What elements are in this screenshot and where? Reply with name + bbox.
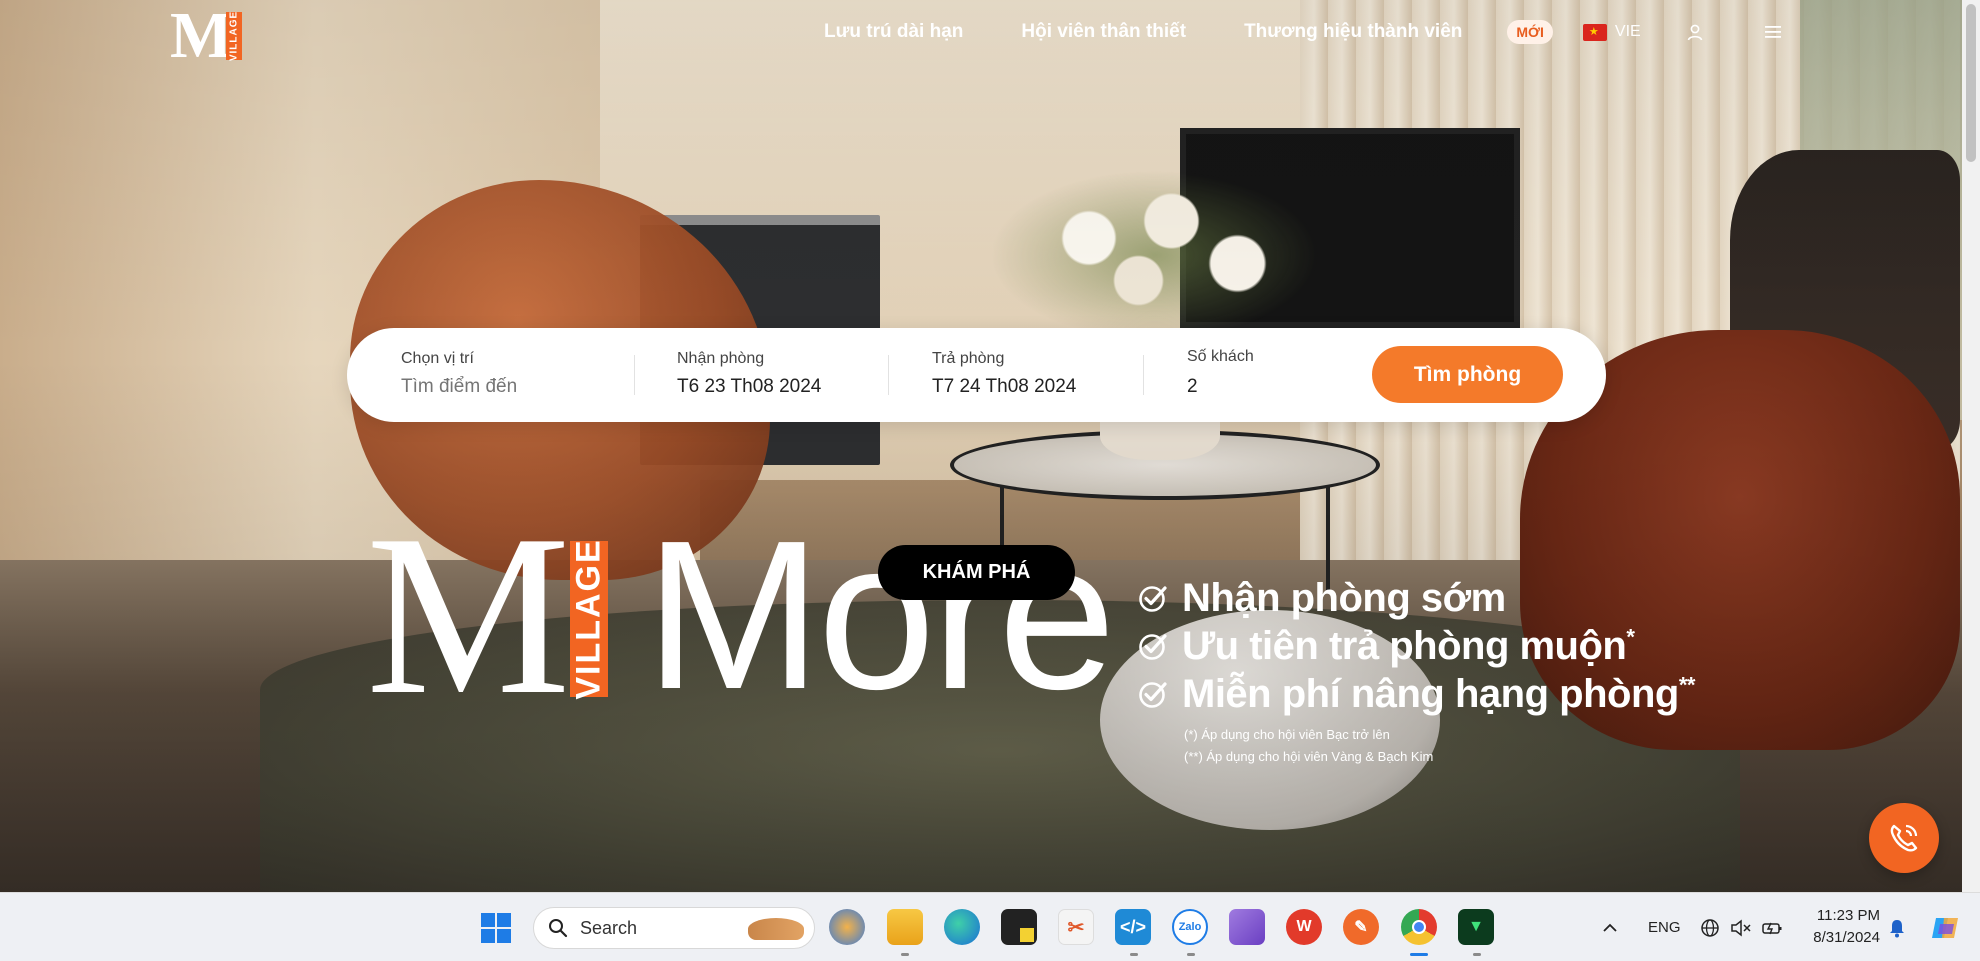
benefit-mark: ** — [1678, 672, 1696, 698]
copilot-icon[interactable] — [1930, 893, 1962, 961]
phone-call-icon[interactable] — [1869, 803, 1939, 873]
benefit-item: Ưu tiên trả phòng muộn* — [1138, 622, 1695, 670]
benefits-list: Nhận phòng sớm Ưu tiên trả phòng muộn* M… — [1138, 574, 1695, 718]
location-label: Chọn vị trí — [401, 350, 474, 367]
checkin-value[interactable]: T6 23 Th08 2024 — [677, 376, 821, 398]
benefit-label: Ưu tiên trả phòng muộn — [1182, 623, 1627, 668]
vscode-icon[interactable]: </> — [1115, 909, 1151, 945]
vietnam-flag-icon — [1582, 23, 1607, 41]
checkin-field[interactable]: Nhận phòng T6 23 Th08 2024 — [677, 328, 897, 422]
folder-icon[interactable] — [887, 909, 923, 945]
guests-field[interactable]: Số khách 2 — [1187, 328, 1337, 422]
terminal-icon[interactable]: ▼ — [1458, 909, 1494, 945]
taskbar-search-label: Search — [580, 917, 638, 938]
app-running-indicator — [1130, 953, 1138, 956]
benefit-label: Nhận phòng sớm — [1182, 575, 1506, 620]
clock-time: 11:23 PM — [1816, 907, 1880, 924]
note-gold-platinum: (**) Áp dụng cho hội viên Vàng & Bạch Ki… — [1184, 749, 1434, 764]
snipping-tool-icon[interactable]: ✂ — [1058, 909, 1094, 945]
sticky-notes-icon[interactable] — [1001, 909, 1037, 945]
globe-icon[interactable] — [1700, 893, 1720, 961]
benefit-notes: (*) Áp dụng cho hội viên Bạc trở lên (**… — [1184, 724, 1433, 768]
location-field[interactable]: Chọn vị trí — [401, 328, 621, 422]
promo-village-tag: VILLAGE — [569, 538, 608, 700]
tray-overflow-icon[interactable] — [1602, 893, 1618, 961]
notification-bell-icon[interactable] — [1888, 893, 1906, 961]
benefit-mark: * — [1626, 624, 1635, 650]
guests-label: Số khách — [1187, 348, 1254, 365]
logo-village-tag: VILLAGE — [226, 10, 243, 62]
battery-icon[interactable] — [1762, 893, 1784, 961]
checkout-label: Trả phòng — [932, 350, 1005, 367]
search-icon — [549, 919, 568, 938]
hero-overlay — [0, 0, 1962, 892]
pen-app-icon[interactable]: ✎ — [1343, 909, 1379, 945]
clock-date: 8/31/2024 — [1813, 929, 1880, 946]
nav-loyalty[interactable]: Hội viên thân thiết — [1021, 21, 1186, 43]
benefit-text: Miễn phí nâng hạng phòng** — [1182, 672, 1695, 717]
main-nav: Lưu trú dài hạn Hội viên thân thiết Thươ… — [824, 20, 1785, 44]
input-language[interactable]: ENG — [1648, 893, 1681, 961]
taskbar-search[interactable]: Search — [533, 907, 815, 949]
search-highlight-icon — [748, 918, 804, 940]
check-circle-icon — [1139, 586, 1167, 612]
app-running-indicator — [901, 953, 909, 956]
check-circle-icon — [1139, 682, 1167, 708]
field-divider — [1143, 355, 1144, 395]
benefit-item: Nhận phòng sớm — [1138, 574, 1695, 622]
page-scrollbar[interactable] — [1962, 0, 1980, 892]
benefit-text: Ưu tiên trả phòng muộn* — [1182, 623, 1635, 669]
explore-button[interactable]: KHÁM PHÁ — [878, 545, 1075, 600]
benefit-item: Miễn phí nâng hạng phòng** — [1138, 670, 1695, 718]
scrollbar-thumb[interactable] — [1966, 4, 1976, 162]
checkout-field[interactable]: Trả phòng T7 24 Th08 2024 — [932, 328, 1152, 422]
note-silver: (*) Áp dụng cho hội viên Bạc trở lên — [1184, 727, 1390, 742]
checkin-label: Nhận phòng — [677, 350, 765, 367]
new-badge: MỚI — [1507, 20, 1553, 44]
language-switcher[interactable]: VIE — [1582, 23, 1641, 41]
wps-office-icon[interactable]: W — [1286, 909, 1322, 945]
benefit-label: Miễn phí nâng hạng phòng — [1182, 671, 1679, 716]
checkout-value[interactable]: T7 24 Th08 2024 — [932, 376, 1076, 398]
windows-start-icon[interactable] — [481, 913, 511, 943]
app-running-indicator — [1187, 953, 1195, 956]
windows-taskbar: Search ✂ </> Zalo W ✎ ▼ ENG 11:23 PM 8/3… — [0, 892, 1980, 961]
nav-long-stay[interactable]: Lưu trú dài hạn — [824, 21, 963, 43]
nav-member-brands[interactable]: Thương hiệu thành viên — [1244, 21, 1462, 43]
visual-studio-icon[interactable] — [1229, 909, 1265, 945]
language-code: VIE — [1614, 23, 1641, 40]
volume-muted-icon[interactable] — [1730, 893, 1752, 961]
promo-village-text: VILLAGE — [569, 538, 608, 700]
app-running-indicator — [1473, 953, 1481, 956]
location-input[interactable] — [401, 376, 621, 398]
edge-icon[interactable] — [944, 909, 980, 945]
logo-letter: M — [170, 0, 232, 72]
hero-background — [0, 0, 1962, 892]
zalo-label: Zalo — [1178, 921, 1202, 933]
app-active-indicator — [1410, 953, 1428, 956]
field-divider — [888, 355, 889, 395]
logo-village-text: VILLAGE — [228, 10, 240, 62]
promo-m-letter: M — [366, 487, 570, 742]
benefit-text: Nhận phòng sớm — [1182, 576, 1506, 621]
brand-logo[interactable]: M VILLAGE — [170, 0, 243, 72]
file-explorer-icon[interactable] — [829, 909, 865, 945]
user-icon[interactable] — [1683, 20, 1707, 44]
chrome-icon[interactable] — [1401, 909, 1437, 945]
guests-value[interactable]: 2 — [1187, 376, 1198, 398]
search-rooms-button[interactable]: Tìm phòng — [1372, 346, 1563, 403]
zalo-icon[interactable]: Zalo — [1172, 909, 1208, 945]
field-divider — [634, 355, 635, 395]
hamburger-menu-icon[interactable] — [1761, 20, 1785, 44]
taskbar-clock[interactable]: 11:23 PM 8/31/2024 — [1796, 905, 1880, 949]
check-circle-icon — [1139, 634, 1167, 660]
